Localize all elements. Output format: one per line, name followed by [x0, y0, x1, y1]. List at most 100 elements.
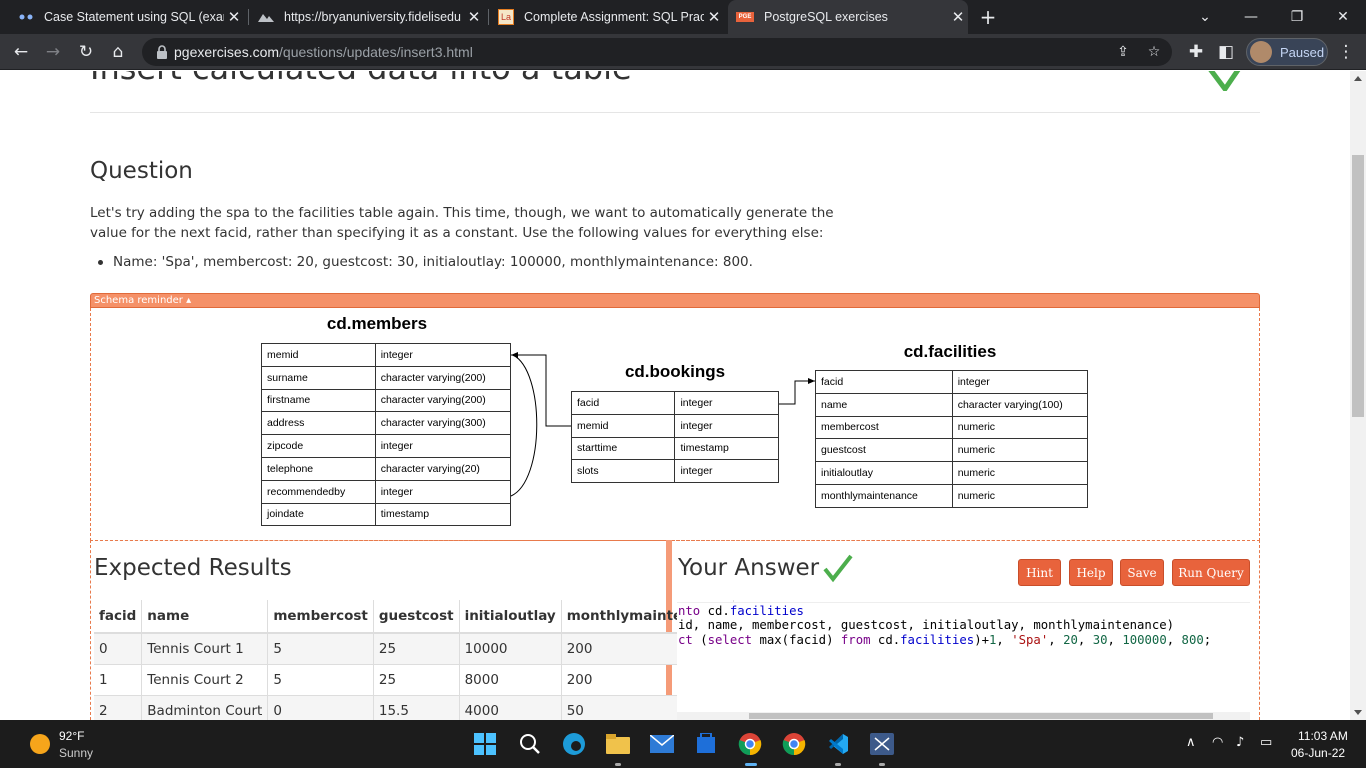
column-name: address: [261, 411, 376, 436]
tab-fidelisedu[interactable]: https://bryanuniversity.fidelisedu ✕: [258, 0, 484, 34]
tab-search-button[interactable]: ⌄: [1182, 0, 1228, 34]
divider: [90, 540, 91, 720]
share-icon[interactable]: ⇪: [1114, 43, 1132, 61]
chrome-button[interactable]: [781, 731, 807, 757]
search-icon: [520, 734, 540, 754]
tab-postgresql-exercises[interactable]: PGE PostgreSQL exercises ✕: [728, 0, 968, 34]
close-window-button[interactable]: ✕: [1320, 0, 1366, 34]
table-cell: 25: [373, 664, 460, 696]
wifi-icon[interactable]: ◠: [1212, 735, 1223, 750]
new-tab-button[interactable]: +: [976, 4, 1000, 30]
column-header: membercost: [267, 600, 374, 634]
column-name: memid: [570, 413, 676, 438]
scrollbar-thumb[interactable]: [1352, 155, 1364, 417]
table-cell: 1: [94, 664, 143, 696]
close-icon[interactable]: ✕: [704, 8, 724, 26]
page-title: Insert calculated data into a table: [90, 71, 632, 87]
chevron-down-icon: ⌄: [1199, 9, 1211, 25]
members-table: memid integer surname character varying(200…: [261, 343, 512, 527]
tab-title: PostgreSQL exercises: [764, 10, 888, 24]
column-type: integer: [674, 413, 779, 438]
schema-row: firstname character varying(200): [261, 388, 512, 413]
vscode-button[interactable]: [825, 731, 851, 757]
column-type: integer: [674, 459, 779, 484]
expected-results-table: facid name membercost guestcost initialoutla…: [94, 600, 734, 720]
sql-code[interactable]: nto cd.facilities id, name, membercost, g…: [678, 604, 1211, 647]
help-button[interactable]: Help: [1069, 559, 1113, 586]
edge-button[interactable]: [561, 731, 587, 757]
reload-button[interactable]: ↻: [74, 40, 98, 64]
mail-button[interactable]: [649, 731, 675, 757]
editor-horizontal-scrollbar[interactable]: [677, 712, 1250, 720]
column-name: joindate: [261, 502, 376, 527]
start-button[interactable]: [472, 731, 498, 757]
column-name: slots: [570, 459, 676, 484]
schema-row: joindate timestamp: [261, 502, 512, 527]
menu-button[interactable]: ⋮: [1334, 40, 1358, 64]
store-button[interactable]: [693, 731, 719, 757]
home-icon: ⌂: [112, 42, 124, 62]
chevron-up-icon[interactable]: ∧: [1186, 735, 1196, 750]
divider: [90, 112, 1260, 113]
restore-button[interactable]: ❐: [1274, 0, 1320, 34]
profile-button[interactable]: Paused: [1246, 38, 1328, 66]
tab-complete-assignment[interactable]: La Complete Assignment: SQL Pract ✕: [498, 0, 724, 34]
schema-reminder-toggle[interactable]: Schema reminder ▴: [90, 293, 1260, 308]
clock-date[interactable]: 06-Jun-22: [1291, 746, 1345, 760]
battery-icon[interactable]: ▭: [1260, 735, 1272, 750]
extensions-button[interactable]: ✚: [1184, 40, 1208, 64]
checkmark-icon: [1208, 71, 1241, 91]
run-query-button[interactable]: Run Query: [1172, 559, 1250, 586]
schema-row: facid integer: [570, 391, 779, 415]
save-button[interactable]: Save: [1120, 559, 1164, 586]
table-cell: 5: [267, 633, 374, 665]
forward-button[interactable]: →: [41, 40, 65, 64]
scrollbar-thumb[interactable]: [749, 713, 1213, 719]
snipping-tool-button[interactable]: [869, 731, 895, 757]
hint-button[interactable]: Hint: [1018, 559, 1061, 586]
column-header: name: [141, 600, 269, 634]
schema-row: slots integer: [570, 459, 779, 484]
lock-icon: [157, 45, 167, 59]
column-type: numeric: [951, 483, 1089, 508]
search-button[interactable]: [517, 731, 543, 757]
weather-condition[interactable]: Sunny: [59, 746, 93, 760]
minimize-button[interactable]: —: [1228, 0, 1274, 34]
tab-case-statement[interactable]: Case Statement using SQL (exam ✕: [18, 0, 244, 34]
schema-row: starttime timestamp: [570, 436, 779, 461]
schema-row: guestcost numeric: [815, 438, 1089, 463]
table-header-row: facid name membercost guestcost initialoutla…: [94, 600, 734, 634]
clock-time[interactable]: 11:03 AM: [1298, 729, 1348, 743]
address-bar[interactable]: pgexercises.com/questions/updates/insert…: [142, 38, 1172, 66]
close-icon[interactable]: ✕: [948, 8, 968, 26]
back-button[interactable]: ←: [9, 40, 33, 64]
schema-row: address character varying(300): [261, 411, 512, 436]
folder-icon: [606, 734, 630, 754]
volume-icon[interactable]: ♪: [1236, 735, 1244, 750]
sun-icon[interactable]: [30, 734, 50, 754]
scroll-up-icon[interactable]: [1354, 76, 1362, 81]
scroll-down-icon[interactable]: [1354, 710, 1362, 715]
tab-separator: [488, 9, 489, 25]
side-panel-button[interactable]: ◧: [1214, 40, 1238, 64]
close-icon[interactable]: ✕: [224, 8, 244, 26]
table-cell: 5: [267, 664, 374, 696]
close-icon[interactable]: ✕: [464, 8, 484, 26]
page-content: Insert calculated data into a table Ques…: [0, 71, 1350, 720]
store-icon: [697, 733, 715, 753]
column-header: facid: [94, 600, 143, 634]
page-vertical-scrollbar[interactable]: [1350, 71, 1366, 720]
weather-temperature[interactable]: 92°F: [59, 729, 84, 743]
column-type: numeric: [951, 438, 1089, 463]
side-panel-icon: ◧: [1217, 42, 1235, 62]
star-icon[interactable]: ☆: [1145, 43, 1163, 61]
column-name: initialoutlay: [815, 461, 953, 485]
column-name: surname: [261, 365, 376, 390]
chrome-profile-button[interactable]: [737, 731, 763, 757]
question-bullet-text: Name: 'Spa', membercost: 20, guestcost: …: [113, 254, 753, 270]
url-path: /questions/updates/insert3.html: [279, 44, 473, 60]
home-button[interactable]: ⌂: [106, 40, 130, 64]
file-explorer-button[interactable]: [605, 731, 631, 757]
column-type: character varying(200): [374, 388, 512, 413]
column-name: monthlymaintenance: [815, 483, 953, 508]
